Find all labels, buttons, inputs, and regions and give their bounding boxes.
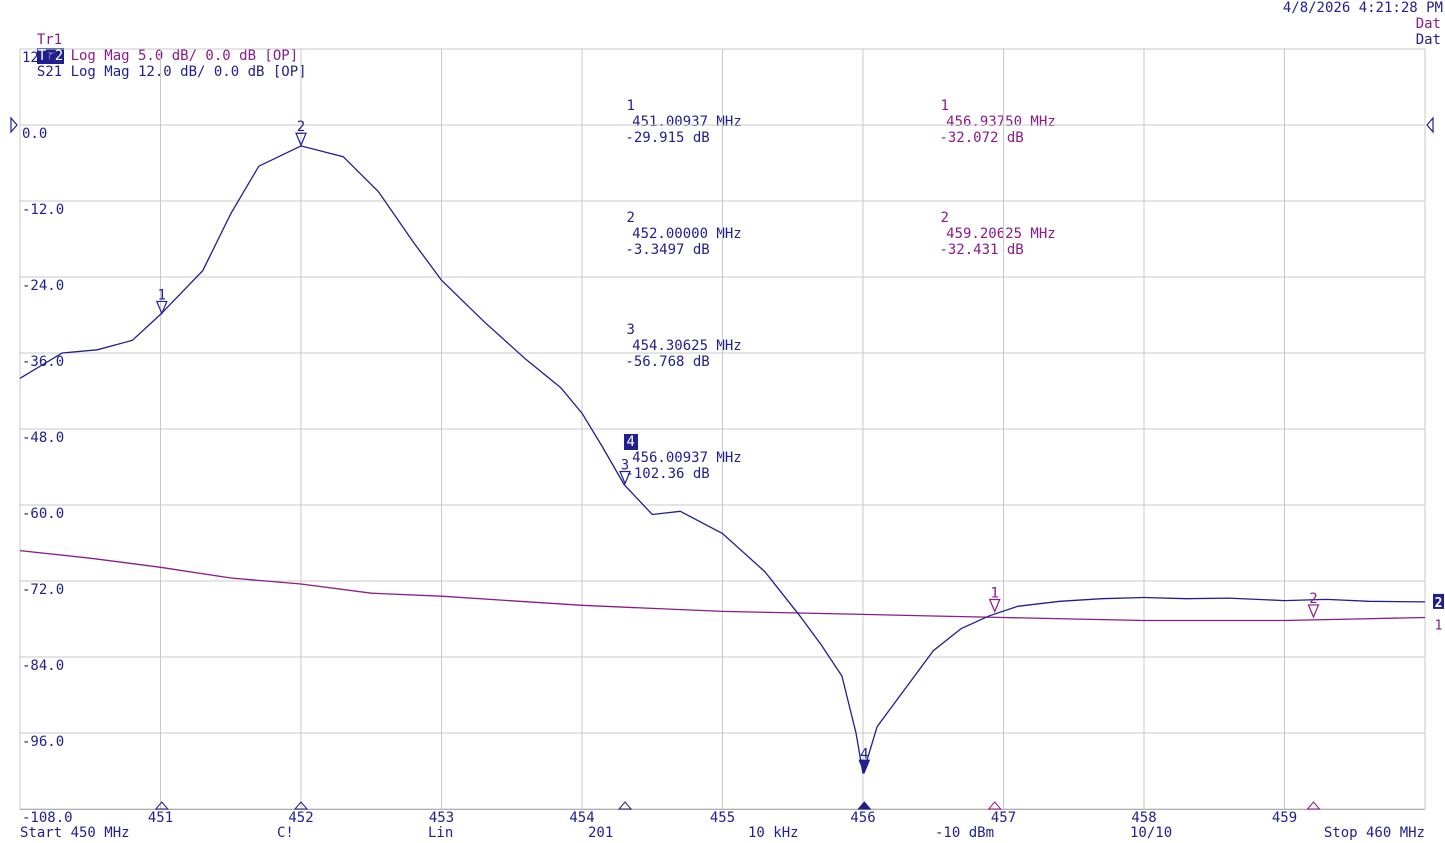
x-tick-label: 456 xyxy=(850,810,875,826)
marker-triangle xyxy=(988,598,1001,614)
x-tick-label: 457 xyxy=(991,810,1016,826)
stop-frequency[interactable]: Stop 460 MHz xyxy=(1324,825,1425,841)
marker-footer-triangle xyxy=(1306,801,1321,810)
y-tick-label: -36.0 xyxy=(22,354,64,370)
marker-table-tr1: 1 456.93750 MHz -32.072 dB 2 459.20625 M… xyxy=(904,50,1056,290)
marker-row[interactable]: 1 451.00937 MHz -29.915 dB xyxy=(590,82,742,162)
y-tick-label: -96.0 xyxy=(22,734,64,750)
trace1-end-flag-label: 1 xyxy=(1435,618,1443,633)
sweep-points[interactable]: 201 xyxy=(588,825,613,841)
marker-triangle xyxy=(155,300,168,316)
marker-value: -56.768 dB xyxy=(625,354,710,370)
x-tick-label: 452 xyxy=(288,810,313,826)
marker-footer-triangle xyxy=(617,801,633,810)
averaging-count[interactable]: 10/10 xyxy=(1130,825,1172,841)
marker-number: 1 xyxy=(940,98,949,114)
active-marker-number: 4 xyxy=(623,434,638,450)
x-tick-label: 454 xyxy=(569,810,594,826)
timestamp: 4/8/2026 4:21:28 PM xyxy=(1282,0,1443,16)
calibration-status[interactable]: C! xyxy=(277,825,294,841)
marker-row[interactable]: 3 454.30625 MHz -56.768 dB xyxy=(590,306,742,386)
marker-number: 2 xyxy=(626,210,635,226)
x-tick-label: 458 xyxy=(1131,810,1156,826)
y-tick-label: 0.0 xyxy=(22,126,47,142)
marker-table-tr2: 1 451.00937 MHz -29.915 dB 2 452.00000 M… xyxy=(590,50,742,514)
x-tick-label: 453 xyxy=(429,810,454,826)
y-tick-label: -84.0 xyxy=(22,658,64,674)
trace1-status: Dat xyxy=(1415,16,1441,32)
start-frequency[interactable]: Start 450 MHz xyxy=(20,825,130,841)
x-tick-label: 451 xyxy=(148,810,173,826)
marker-frequency: 456.93750 MHz xyxy=(946,114,1056,130)
marker-label: 2 xyxy=(297,119,305,135)
marker-value: -32.072 dB xyxy=(939,130,1024,146)
y-tick-label: -108.0 xyxy=(22,810,73,826)
trace2-end-flag xyxy=(1433,593,1444,609)
x-tick-label: 459 xyxy=(1272,810,1297,826)
marker-label: 4 xyxy=(860,746,868,762)
y-tick-label: -60.0 xyxy=(22,506,64,522)
reference-arrow-left xyxy=(10,116,18,134)
marker-value: -102.36 dB xyxy=(625,466,710,482)
trace2-description: S21 Log Mag 12.0 dB/ 0.0 dB [OP] xyxy=(36,64,307,80)
y-tick-label: -72.0 xyxy=(22,582,64,598)
marker-footer-triangle xyxy=(987,801,1002,810)
plot-bottom-edge xyxy=(20,809,1425,810)
y-tick-label: -48.0 xyxy=(22,430,64,446)
marker-frequency: 452.00000 MHz xyxy=(632,226,742,242)
marker-triangle xyxy=(858,759,871,774)
marker-frequency: 459.20625 MHz xyxy=(946,226,1056,242)
x-axis-ticks: 451 452 453 454 455 456 457 458 459 xyxy=(148,810,1297,826)
x-tick-label: 455 xyxy=(710,810,735,826)
marker-label: 2 xyxy=(1309,591,1317,607)
marker-number: 1 xyxy=(626,98,635,114)
sweep-type[interactable]: Lin xyxy=(428,825,453,841)
source-power[interactable]: -10 dBm xyxy=(935,825,994,841)
trace2-chip[interactable]: Tr2 xyxy=(36,48,65,64)
marker-footer-triangle xyxy=(857,801,872,810)
trace2-header[interactable]: Tr2 S21 Log Mag 12.0 dB/ 0.0 dB [OP] xyxy=(20,32,307,80)
trace-s11-line xyxy=(19,549,1426,622)
marker-footer-triangle xyxy=(154,801,169,810)
marker-frequency: 451.00937 MHz xyxy=(632,114,742,130)
marker-frequency: 456.00937 MHz xyxy=(632,450,742,466)
marker-row[interactable]: 1 456.93750 MHz -32.072 dB xyxy=(904,82,1056,162)
trace2-end-flag-label: 2 xyxy=(1435,596,1443,611)
marker-frequency: 454.30625 MHz xyxy=(632,338,742,354)
marker-row[interactable]: 2 452.00000 MHz -3.3497 dB xyxy=(590,194,742,274)
marker-value: -3.3497 dB xyxy=(625,242,710,258)
if-bandwidth[interactable]: 10 kHz xyxy=(748,825,799,841)
y-tick-label: -12.0 xyxy=(22,202,64,218)
marker-footer-triangle xyxy=(293,801,309,810)
reference-arrow-right xyxy=(1426,116,1434,134)
marker-number: 3 xyxy=(626,322,635,338)
marker-value: -32.431 dB xyxy=(939,242,1024,258)
marker-number: 2 xyxy=(940,210,949,226)
marker-row[interactable]: 2 459.20625 MHz -32.431 dB xyxy=(904,194,1056,274)
marker-label: 1 xyxy=(991,585,999,601)
marker-triangle xyxy=(295,132,307,147)
trace2-status: Dat xyxy=(1415,32,1441,48)
y-tick-label: -24.0 xyxy=(22,278,64,294)
reference-flags: 21 xyxy=(1433,593,1444,633)
marker-triangle xyxy=(1307,604,1320,619)
marker-row-active[interactable]: 4 456.00937 MHz -102.36 dB xyxy=(590,418,742,498)
marker-value: -29.915 dB xyxy=(625,130,710,146)
marker-label: 1 xyxy=(158,287,166,303)
